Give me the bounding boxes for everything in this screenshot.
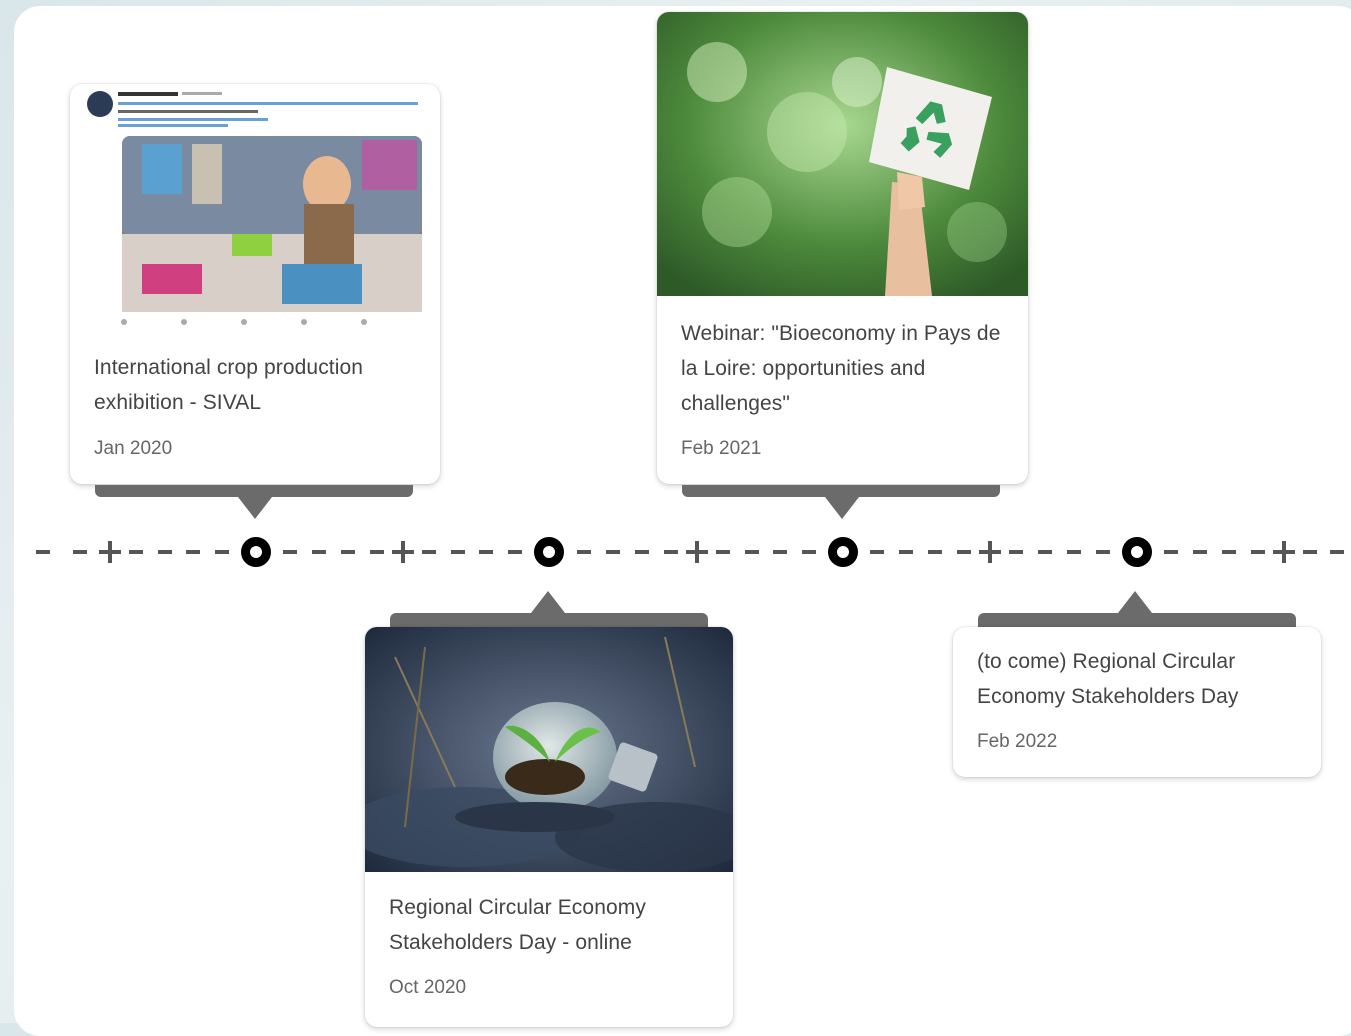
axis-tick-icon	[401, 541, 405, 563]
connector-shelf	[978, 613, 1296, 627]
axis-dash	[340, 550, 355, 554]
timeline-node-icon[interactable]	[534, 537, 564, 567]
event-date: Oct 2020	[389, 977, 467, 998]
axis-dash	[1302, 550, 1317, 554]
timeline-node-icon[interactable]	[1122, 537, 1152, 567]
connector-pointer	[825, 497, 859, 519]
event-card-regional-upcoming[interactable]: (to come) Regional Circular Economy Stak…	[953, 627, 1321, 777]
axis-dash	[801, 550, 816, 554]
tweet-screenshot-image	[82, 84, 428, 334]
event-title: Webinar: "Bioeconomy in Pays de la Loire…	[681, 322, 1001, 415]
axis-dash	[1038, 550, 1053, 554]
connector-pointer	[531, 591, 565, 613]
axis-dash	[186, 550, 201, 554]
event-date: Jan 2020	[94, 438, 173, 459]
event-title: International crop production exhibition…	[94, 356, 364, 414]
event-card-regional-online[interactable]: Regional Circular Economy Stakeholders D…	[365, 627, 733, 1027]
axis-dash	[773, 550, 788, 554]
axis-dash	[369, 550, 384, 554]
axis-dash	[1330, 550, 1345, 554]
axis-dash	[927, 550, 942, 554]
axis-dash	[899, 550, 914, 554]
axis-tick-icon	[108, 541, 112, 563]
axis-dash	[283, 550, 298, 554]
axis-dash	[214, 550, 229, 554]
avatar	[87, 91, 113, 117]
axis-dash	[129, 550, 144, 554]
axis-dash	[1193, 550, 1208, 554]
connector-shelf	[682, 485, 1000, 497]
axis-dash	[576, 550, 591, 554]
axis-dash	[605, 550, 620, 554]
axis-dash	[1009, 550, 1024, 554]
axis-dash	[35, 550, 50, 554]
axis-tick-icon	[988, 541, 992, 563]
axis-dash	[1250, 550, 1265, 554]
axis-tick-icon	[1282, 541, 1286, 563]
axis-dash	[507, 550, 522, 554]
axis-dash	[744, 550, 759, 554]
axis-dash	[716, 550, 731, 554]
axis-dash	[450, 550, 465, 554]
connector-shelf	[390, 613, 708, 627]
timeline-node-icon[interactable]	[828, 537, 858, 567]
axis-dash	[72, 550, 87, 554]
recycle-sign-image	[657, 12, 1028, 296]
axis-dash	[1066, 550, 1081, 554]
axis-dash	[870, 550, 885, 554]
axis-dash	[422, 550, 437, 554]
event-title: Regional Circular Economy Stakeholders D…	[389, 896, 646, 954]
connector-pointer	[238, 497, 272, 519]
axis-tick-icon	[695, 541, 699, 563]
axis-dash	[312, 550, 327, 554]
event-card-sival[interactable]: International crop production exhibition…	[70, 84, 440, 484]
axis-dash	[157, 550, 172, 554]
event-date: Feb 2021	[681, 438, 762, 459]
event-card-webinar[interactable]: Webinar: "Bioeconomy in Pays de la Loire…	[657, 12, 1028, 484]
axis-dash	[956, 550, 971, 554]
connector-shelf	[95, 485, 413, 497]
axis-dash	[663, 550, 678, 554]
axis-dash	[479, 550, 494, 554]
axis-dash	[1164, 550, 1179, 554]
axis-dash	[1095, 550, 1110, 554]
event-title: (to come) Regional Circular Economy Stak…	[977, 650, 1239, 708]
lightbulb-plant-image	[365, 627, 733, 872]
axis-dash	[634, 550, 649, 554]
timeline-node-icon[interactable]	[241, 537, 271, 567]
connector-pointer	[1118, 591, 1152, 613]
axis-dash	[1221, 550, 1236, 554]
event-date: Feb 2022	[977, 731, 1058, 752]
